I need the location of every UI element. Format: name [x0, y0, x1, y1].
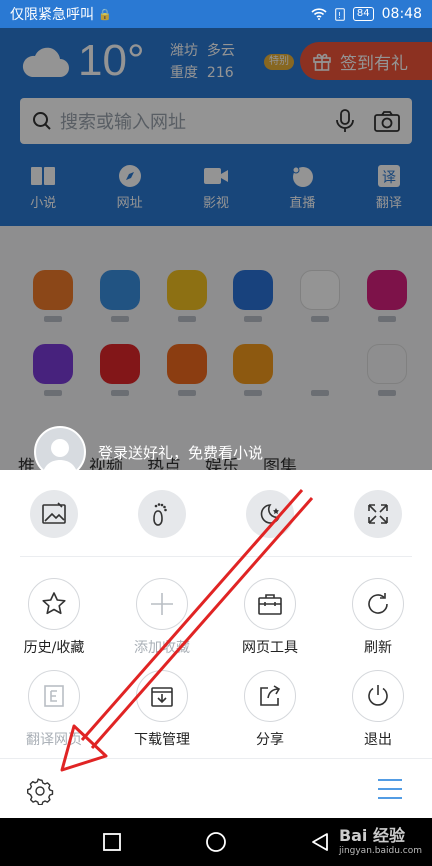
fullscreen-icon — [368, 504, 388, 524]
back-icon[interactable] — [310, 832, 330, 852]
menu-divider — [20, 556, 412, 557]
menu-label: 下载管理 — [134, 732, 190, 748]
watermark-url: jingyan.baidu.com — [338, 846, 422, 856]
wifi-icon — [311, 8, 327, 20]
recents-icon[interactable] — [102, 832, 122, 852]
translate-page-button[interactable]: 翻译网页 — [0, 670, 108, 749]
menu-label: 刷新 — [364, 640, 392, 656]
fullscreen-toggle[interactable] — [354, 490, 402, 538]
moon-icon — [260, 504, 281, 524]
toolbox-icon — [258, 594, 282, 615]
baidu-jingyan-watermark: Bai 经验 jingyan.baidu.com — [339, 822, 422, 856]
battery-indicator: 84 — [352, 7, 374, 21]
refresh-icon — [368, 593, 388, 614]
menu-hamburger-icon[interactable] — [376, 777, 404, 801]
plus-icon — [151, 593, 173, 615]
login-text: 登录送好礼，免费看小说 — [98, 443, 264, 462]
star-icon — [42, 592, 66, 615]
share-icon — [260, 685, 281, 706]
no-image-toggle[interactable] — [30, 490, 78, 538]
home-icon[interactable] — [205, 831, 227, 853]
power-icon — [368, 685, 388, 706]
menu-label: 翻译网页 — [26, 732, 82, 748]
status-bar: 仅限紧急呼叫 🔒 ! 84 08:48 — [0, 0, 432, 28]
clock: 08:48 — [381, 6, 422, 22]
history-bookmarks-button[interactable]: 历史/收藏 — [0, 578, 108, 657]
incognito-toggle[interactable] — [138, 490, 186, 538]
sim-icon: ! — [335, 7, 345, 21]
refresh-button[interactable]: 刷新 — [324, 578, 432, 657]
footprint-icon — [153, 503, 167, 526]
night-mode-toggle[interactable] — [246, 490, 294, 538]
add-bookmark-button[interactable]: 添加收藏 — [108, 578, 216, 657]
download-icon — [151, 687, 173, 707]
menu-label: 分享 — [256, 732, 284, 748]
translate-page-icon — [44, 685, 64, 707]
menu-row-2: 翻译网页 下载管理 分享 退出 — [0, 670, 432, 749]
menu-row-1: 历史/收藏 添加收藏 网页工具 刷新 — [0, 578, 432, 657]
svg-text:!: ! — [338, 11, 341, 20]
dim-overlay[interactable] — [0, 28, 432, 470]
share-button[interactable]: 分享 — [216, 670, 324, 749]
settings-gear-icon[interactable] — [26, 777, 54, 805]
exit-button[interactable]: 退出 — [324, 670, 432, 749]
menu-label: 添加收藏 — [134, 640, 190, 656]
web-tools-button[interactable]: 网页工具 — [216, 578, 324, 657]
menu-bottom-bar — [0, 758, 432, 818]
menu-label: 退出 — [364, 732, 392, 748]
image-icon — [42, 502, 66, 524]
lock-icon: 🔒 — [98, 7, 112, 21]
menu-label: 网页工具 — [242, 640, 298, 656]
watermark-brand: Bai 经验 — [338, 826, 405, 845]
menu-panel: 历史/收藏 添加收藏 网页工具 刷新 翻译网页 下载管理 分享 退出 — [0, 470, 432, 818]
download-manager-button[interactable]: 下载管理 — [108, 670, 216, 749]
menu-label: 历史/收藏 — [23, 640, 85, 656]
carrier-text: 仅限紧急呼叫 — [10, 7, 94, 23]
quick-toggles — [0, 490, 432, 538]
